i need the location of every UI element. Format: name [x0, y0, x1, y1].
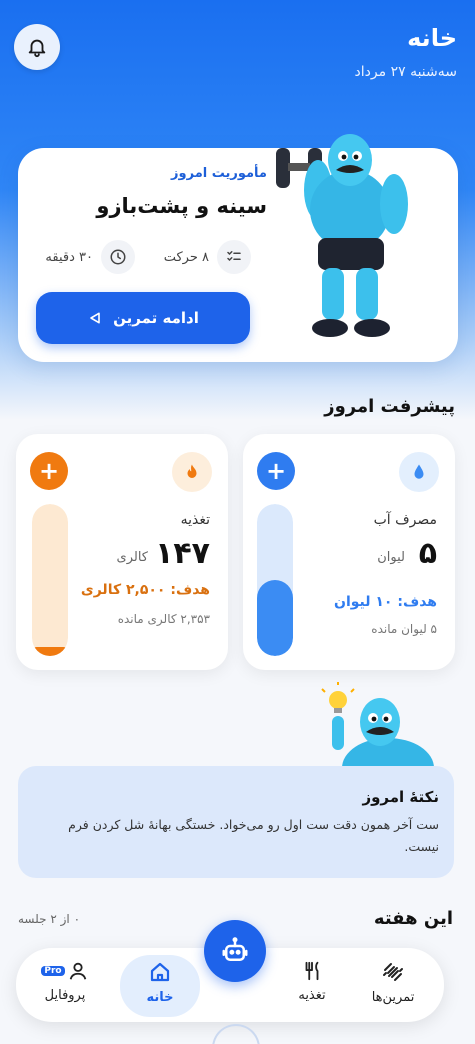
nutrition-label: تغذیه: [180, 512, 210, 528]
daily-tip-title: نکتهٔ امروز: [362, 788, 439, 806]
checklist-icon: [217, 240, 251, 274]
nutrition-goal: هدف: ۲,۵۰۰ کالری: [80, 582, 210, 598]
nav-item-nutrition[interactable]: تغذیه: [277, 960, 347, 1003]
fire-icon: [172, 452, 212, 492]
nutrition-progress-bar: [32, 504, 68, 656]
water-remaining: ۵ لیوان مانده: [371, 622, 437, 636]
duration-stat: ۳۰ دقیقه: [45, 240, 135, 274]
nav-item-profile[interactable]: Pro پروفایل: [30, 960, 100, 1003]
nav-nutrition-label: تغذیه: [298, 988, 326, 1003]
scroll-peek-indicator: [212, 1024, 260, 1044]
robot-icon: [222, 937, 248, 961]
nutrition-card: + تغذیه ۱۴۷ کالری هدف: ۲,۵۰۰ کالری ۲,۳۵۳…: [16, 434, 228, 670]
home-icon: [150, 962, 170, 982]
week-session-count: ۰ از ۲ جلسه: [18, 912, 81, 926]
water-drop-icon: [399, 452, 439, 492]
water-unit: لیوان: [377, 550, 405, 565]
fork-knife-icon: [305, 961, 319, 981]
pro-badge: Pro: [41, 966, 65, 976]
water-goal: هدف: ۱۰ لیوان: [334, 594, 437, 610]
progress-title: پیشرفت امروز: [324, 396, 455, 417]
nav-home-label: خانه: [146, 990, 174, 1005]
clock-icon: [101, 240, 135, 274]
nav-item-home[interactable]: خانه: [125, 960, 195, 1005]
add-food-button[interactable]: +: [30, 452, 68, 490]
daily-tip-text: ست آخر همون دقت ست اول رو می‌خواد. خستگی…: [68, 817, 439, 854]
profile-icon: Pro: [41, 960, 88, 982]
continue-workout-label: ادامه تمرین: [113, 309, 199, 327]
water-progress-fill: [257, 580, 293, 656]
mission-title: سینه و پشت‌بازو: [96, 194, 267, 218]
nav-profile-label: پروفایل: [44, 988, 86, 1003]
page-date: سه‌شنبه ۲۷ مرداد: [354, 64, 457, 80]
notifications-button[interactable]: [14, 24, 60, 70]
nutrition-unit: کالری: [116, 550, 148, 565]
nutrition-progress-fill: [32, 646, 68, 656]
water-label: مصرف آب: [373, 512, 437, 528]
water-progress-bar: [257, 504, 293, 656]
add-water-button[interactable]: +: [257, 452, 295, 490]
continue-workout-button[interactable]: ادامه تمرین: [36, 292, 250, 344]
nav-item-workouts[interactable]: تمرین‌ها: [358, 960, 428, 1005]
week-title: این هفته: [373, 908, 453, 929]
duration-value: ۳۰ دقیقه: [45, 249, 93, 265]
mascot-dumbbell-illustration: [276, 134, 408, 337]
page-title: خانه: [407, 24, 457, 52]
water-card: + مصرف آب ۵ لیوان هدف: ۱۰ لیوان ۵ لیوان …: [243, 434, 455, 670]
water-value: ۵: [418, 536, 437, 571]
bell-icon: [28, 39, 46, 58]
mission-label: مأموریت امروز: [171, 166, 267, 181]
nav-workouts-label: تمرین‌ها: [371, 990, 415, 1005]
ai-assistant-button[interactable]: [204, 920, 266, 982]
moves-stat: ۸ حرکت: [164, 240, 251, 274]
play-icon: [90, 312, 100, 324]
nutrition-remaining: ۲,۳۵۳ کالری مانده: [117, 612, 210, 626]
moves-count: ۸ حرکت: [163, 249, 209, 265]
nutrition-value: ۱۴۷: [155, 536, 210, 571]
nutrition-progress-track: [32, 504, 68, 656]
dumbbell-icon: [383, 963, 403, 981]
